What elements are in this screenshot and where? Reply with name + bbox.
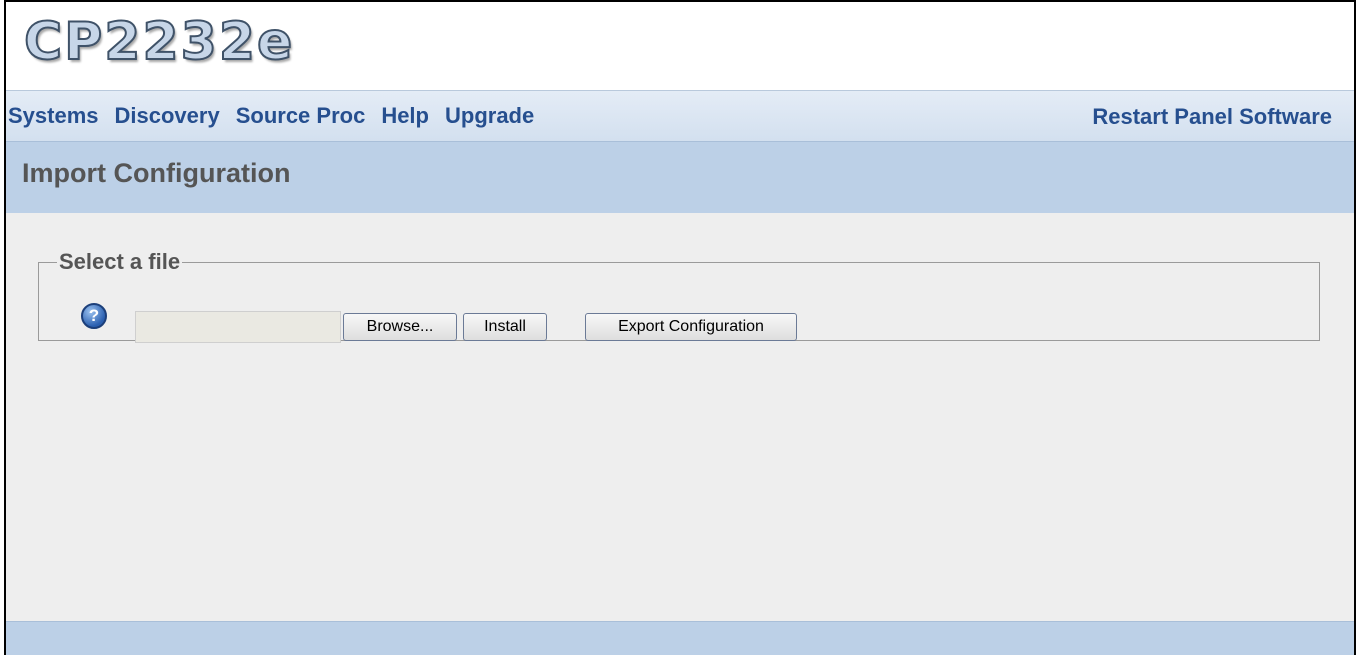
logo-bar: CP2232e	[6, 2, 1354, 90]
page-title: Import Configuration	[22, 158, 291, 188]
nav-item-upgrade[interactable]: Upgrade	[445, 103, 534, 129]
restart-panel-software-link[interactable]: Restart Panel Software	[1092, 104, 1332, 130]
main-content: Select a file ? Browse... Install Export…	[6, 213, 1354, 622]
help-icon[interactable]: ?	[81, 303, 107, 329]
main-nav: Systems Discovery Source Proc Help Upgra…	[6, 90, 1354, 141]
file-path-input[interactable]	[135, 311, 341, 343]
browse-button[interactable]: Browse...	[343, 313, 457, 341]
nav-item-discovery[interactable]: Discovery	[115, 103, 220, 129]
page-title-bar: Import Configuration	[6, 141, 1354, 213]
export-configuration-button[interactable]: Export Configuration	[585, 313, 797, 341]
app-logo: CP2232e	[23, 11, 295, 73]
app-window: CP2232e Systems Discovery Source Proc He…	[4, 0, 1356, 655]
nav-item-systems[interactable]: Systems	[8, 103, 99, 129]
nav-item-source-proc[interactable]: Source Proc	[236, 103, 366, 129]
select-file-legend: Select a file	[59, 249, 181, 274]
select-file-group: Select a file ? Browse... Install Export…	[38, 249, 1320, 343]
footer-bar	[6, 621, 1354, 655]
nav-item-help[interactable]: Help	[381, 103, 429, 129]
install-button[interactable]: Install	[463, 313, 547, 341]
